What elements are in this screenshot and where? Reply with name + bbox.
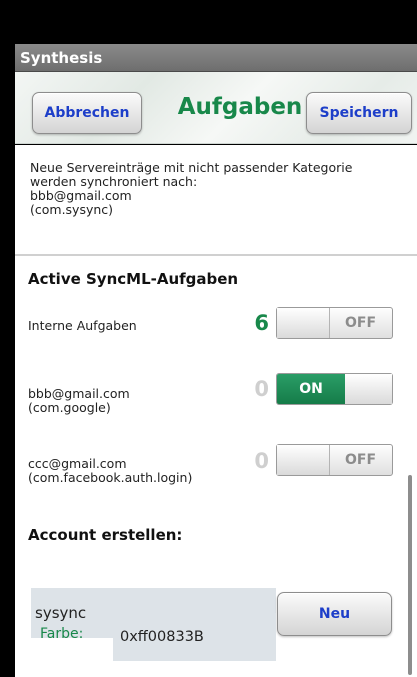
app-title-bar: Synthesis [15, 44, 417, 72]
app-title: Synthesis [20, 49, 103, 67]
color-value-input[interactable]: 0xff00833B [113, 613, 276, 661]
status-bar [0, 0, 417, 44]
new-account-button[interactable]: Neu [277, 592, 392, 636]
sync-row-sublabel: (com.google) [28, 400, 111, 415]
info-line: Neue Servereinträge mit nicht passender … [30, 160, 353, 175]
color-label: Farbe: [40, 626, 84, 642]
page-title: Aufgaben [177, 94, 303, 120]
toggle-knob [344, 374, 392, 404]
sync-row-label: Interne Aufgaben [28, 318, 137, 333]
scrollbar[interactable] [408, 475, 412, 675]
sync-row-label: ccc@gmail.com [28, 456, 127, 471]
save-button[interactable]: Speichern [306, 92, 412, 134]
content-area[interactable]: Neue Servereinträge mit nicht passender … [15, 145, 417, 677]
cancel-button[interactable]: Abbrechen [32, 92, 142, 134]
sync-section-title: Active SyncML-Aufgaben [28, 270, 239, 288]
toggle-ccc-gmail[interactable]: OFF [276, 444, 393, 476]
sync-row-sublabel: (com.facebook.auth.login) [28, 470, 193, 485]
sync-row-count: 0 [254, 377, 269, 401]
toggle-interne-aufgaben[interactable]: OFF [276, 307, 393, 339]
sync-row-count: 6 [254, 311, 269, 335]
info-text: Neue Servereinträge mit nicht passender … [30, 161, 410, 217]
toggle-knob [277, 308, 330, 338]
info-line: werden synchroniert nach: [30, 174, 198, 189]
sync-row-count: 0 [254, 449, 269, 473]
toggle-bbb-gmail[interactable]: ON [276, 373, 393, 405]
section-divider [15, 254, 417, 256]
sync-row-label: bbb@gmail.com [28, 386, 130, 401]
info-line: bbb@gmail.com [30, 188, 132, 203]
info-line: (com.sysync) [30, 202, 114, 217]
toggle-knob [277, 445, 330, 475]
toggle-state: OFF [344, 452, 377, 468]
account-section-title: Account erstellen: [28, 526, 183, 544]
header-bar: Abbrechen Aufgaben Speichern [15, 72, 417, 144]
toggle-state: OFF [344, 315, 377, 331]
toggle-state: ON [277, 374, 345, 404]
